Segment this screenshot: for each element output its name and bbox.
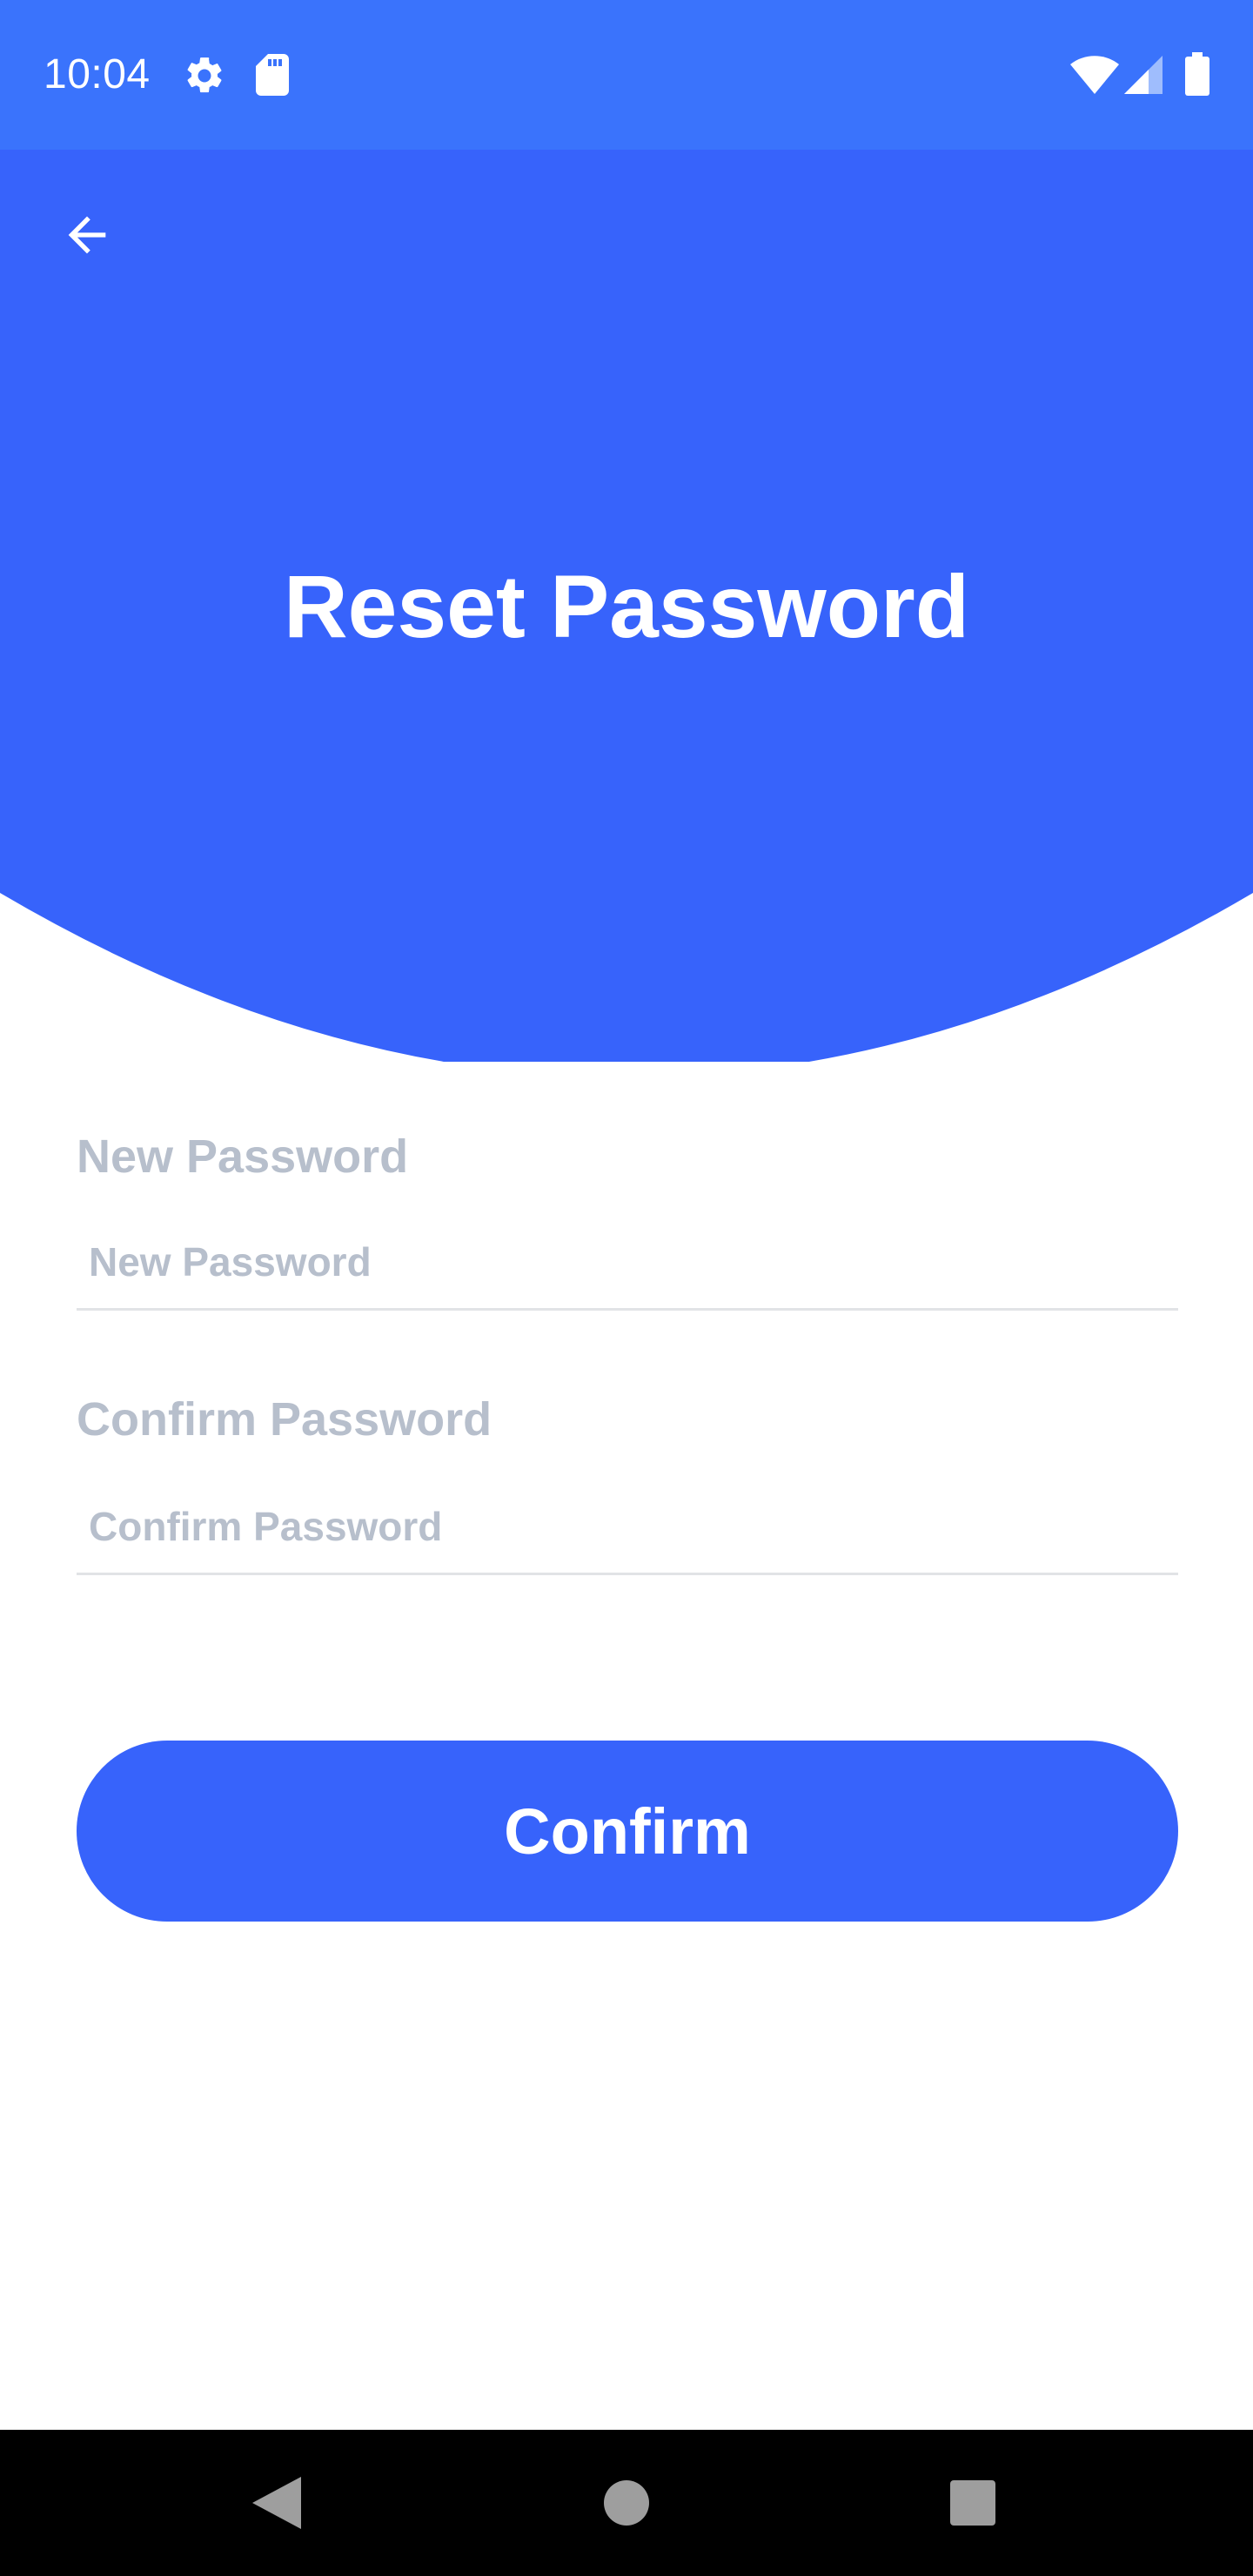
new-password-input[interactable] [77, 1215, 1178, 1311]
navigation-bar [0, 2430, 1253, 2576]
confirm-password-label: Confirm Password [77, 1393, 492, 1446]
arrow-left-icon [68, 216, 106, 254]
nav-recents-button[interactable] [900, 2430, 1046, 2576]
page-title: Reset Password [283, 557, 969, 656]
nav-recents-icon [950, 2480, 995, 2526]
header-background [0, 0, 1253, 1062]
new-password-label: New Password [77, 1130, 409, 1183]
status-time: 10:04 [44, 51, 151, 97]
nav-back-icon [252, 2477, 301, 2529]
sd-card-icon [256, 54, 289, 96]
nav-home-icon [604, 2480, 649, 2526]
confirm-password-input[interactable] [77, 1479, 1178, 1575]
status-bar: 10:04 [0, 0, 1253, 150]
reset-password-screen: 10:04 Reset Password New Password Confir… [0, 0, 1253, 2576]
nav-back-button[interactable] [204, 2430, 350, 2576]
nav-home-button[interactable] [553, 2430, 700, 2576]
wifi-icon [1070, 56, 1119, 94]
gear-icon [187, 57, 222, 93]
back-button[interactable] [49, 197, 125, 273]
confirm-button[interactable]: Confirm [77, 1741, 1178, 1922]
battery-icon [1185, 52, 1209, 96]
cell-signal-icon [1124, 56, 1163, 94]
